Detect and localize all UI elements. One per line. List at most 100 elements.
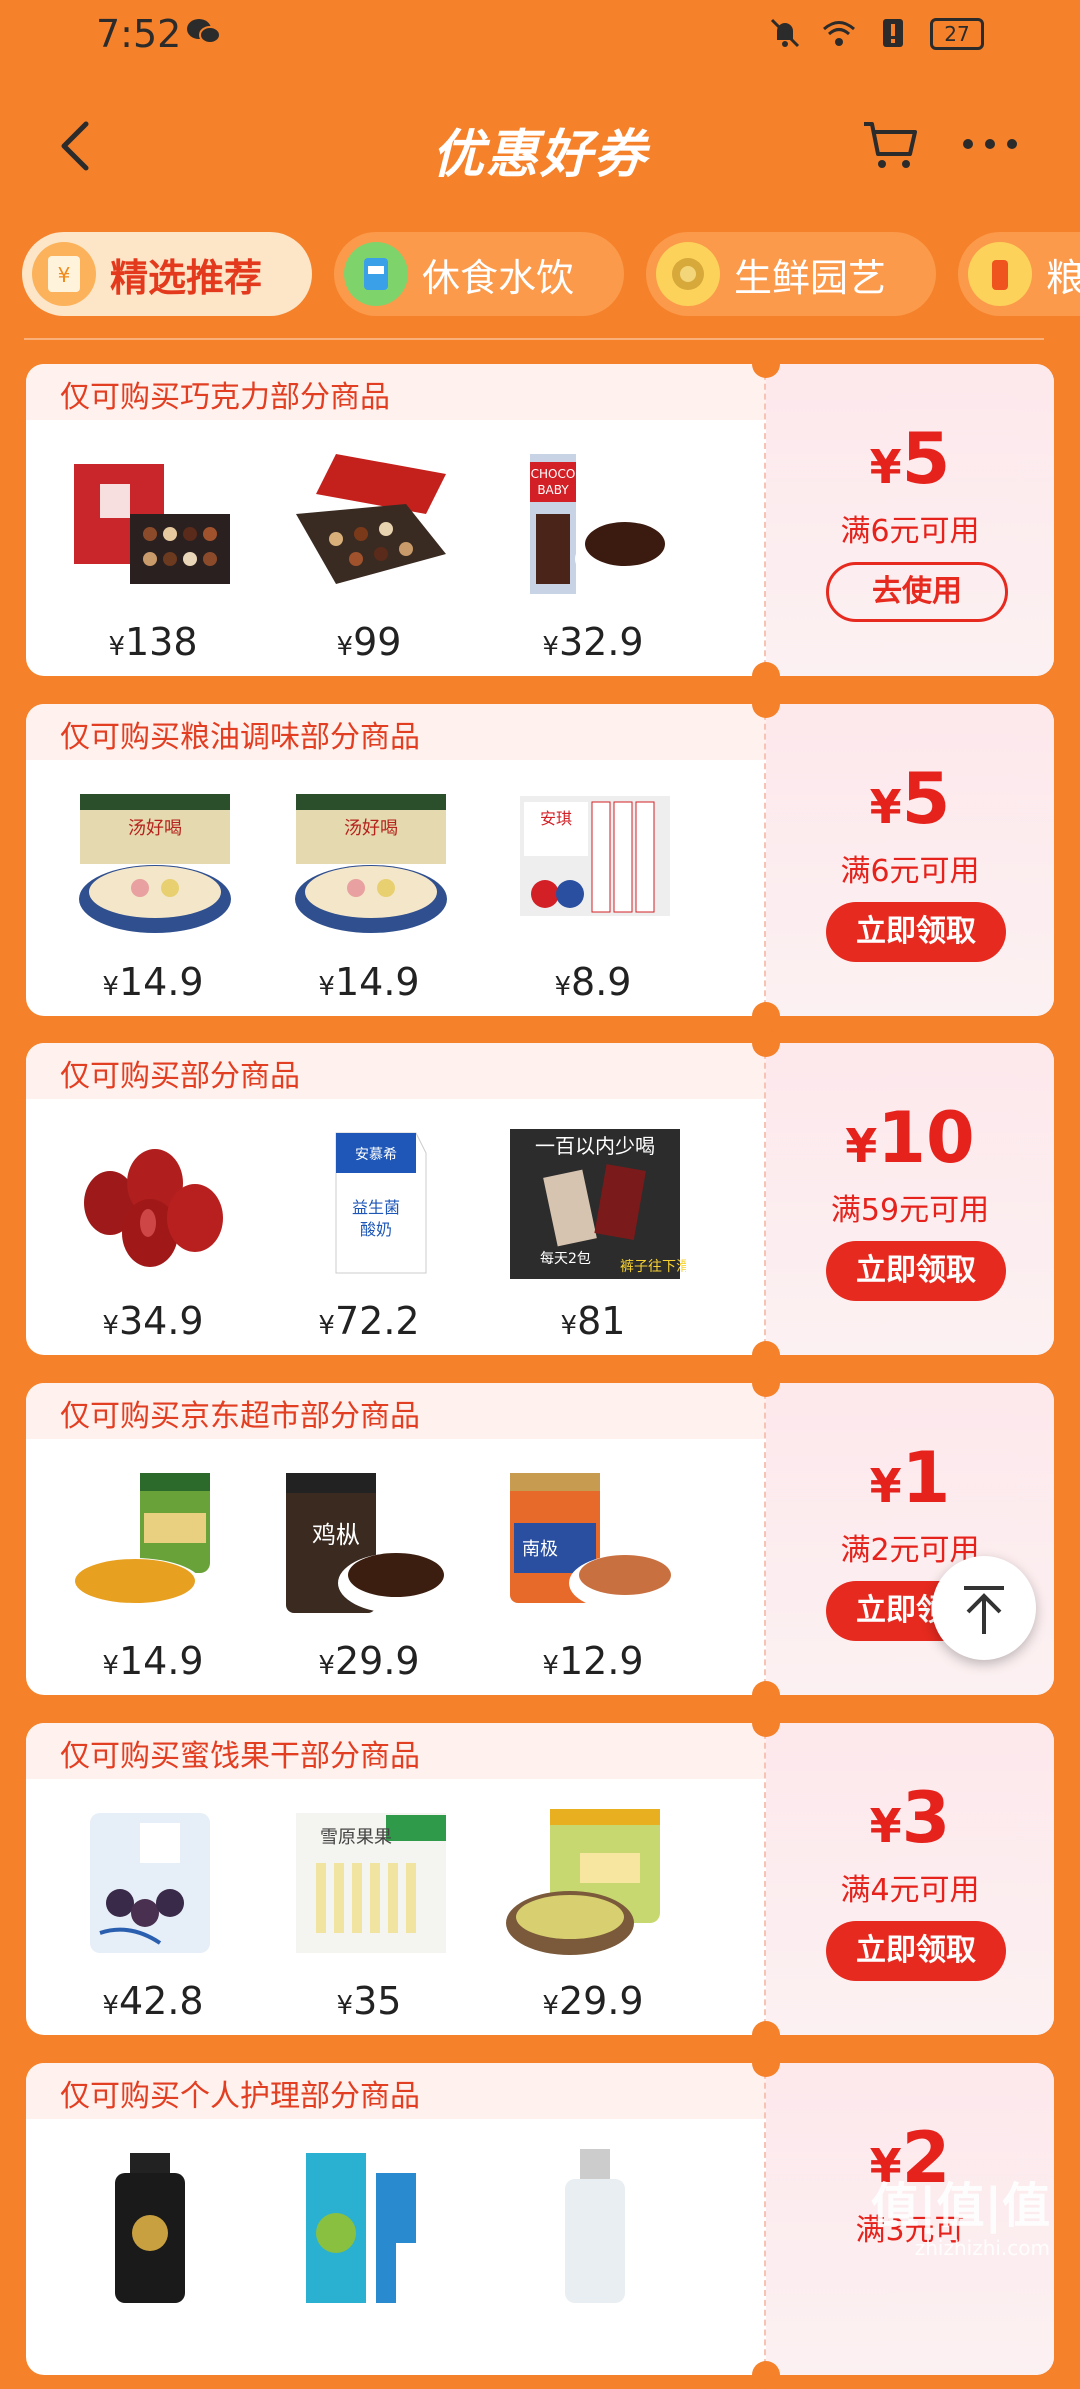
currency-symbol: ¥ — [108, 632, 125, 662]
coupon-value-panel: ¥5 满6元可用 去使用 — [764, 364, 1054, 676]
coupon-scope-header: 仅可购买巧克力部分商品 — [26, 364, 766, 420]
svg-text:一百以内少喝: 一百以内少喝 — [535, 1134, 655, 1158]
currency-symbol: ¥ — [869, 780, 902, 834]
product-price: ¥14.9 — [60, 1639, 246, 1683]
tab-featured[interactable]: ¥ 精选推荐 — [22, 232, 312, 316]
chocolate-box-red-icon — [296, 454, 446, 584]
product-image[interactable] — [60, 2143, 246, 2303]
product-image[interactable] — [500, 1803, 686, 1963]
price-value: 14.9 — [334, 960, 420, 1004]
product-image[interactable]: 鸡枞 — [276, 1463, 462, 1623]
coupon-condition: 满6元可用 — [840, 854, 980, 889]
currency-symbol: ¥ — [102, 1311, 119, 1341]
coupon-condition: 满59元可用 — [830, 1193, 990, 1228]
product-image[interactable] — [60, 444, 246, 604]
coupon-scope-header: 仅可购买京东超市部分商品 — [26, 1383, 766, 1439]
currency-symbol: ¥ — [554, 972, 572, 1002]
status-bar: 7:52 27 — [0, 0, 1080, 80]
price-value: 81 — [577, 1299, 626, 1343]
wifi-icon — [823, 21, 855, 46]
sim-alert-icon — [883, 19, 903, 47]
coupon-icon: ¥ — [32, 242, 96, 306]
currency-symbol: ¥ — [318, 1311, 335, 1341]
ticket-notch — [752, 1029, 780, 1057]
ticket-notch — [752, 350, 780, 378]
product-image[interactable]: CHOCO BABY — [500, 444, 686, 604]
product-price: ¥12.9 — [500, 1639, 686, 1683]
product-image[interactable]: 安慕希 益生菌 酸奶 — [276, 1123, 462, 1283]
back-to-top-button[interactable] — [932, 1556, 1036, 1660]
price-value: 99 — [353, 620, 402, 664]
watermark: 值|值|值 zhizhizhi.com — [871, 2166, 1050, 2260]
svg-text:雪原果果: 雪原果果 — [320, 1827, 392, 1848]
coupon-value-panel: ¥3 满4元可用 立即领取 — [764, 1723, 1054, 2035]
product-image[interactable] — [500, 2143, 686, 2303]
currency-symbol: ¥ — [869, 440, 902, 494]
product-image[interactable]: 汤好喝 — [60, 784, 246, 944]
coupon-value-panel: ¥5 满6元可用立即领取 — [764, 704, 1054, 1016]
red-dates-icon — [84, 1149, 223, 1267]
claim-coupon-button[interactable]: 立即领取 — [826, 1241, 1006, 1301]
tab-label: 精选推荐 — [110, 255, 263, 300]
product-price: ¥14.9 — [60, 960, 246, 1004]
dried-fruit-bag-icon — [90, 1813, 210, 1953]
claim-coupon-button[interactable]: 立即领取 — [826, 1921, 1006, 1981]
coupon-card: 仅可购买京东超市部分商品 ¥14.9 鸡枞 ¥29.9 南极 ¥12.9 ¥1 满2元可用 立即… — [26, 1383, 1054, 1695]
tab-label: 休食水饮 — [422, 255, 575, 300]
coupon-scope-header: 仅可购买蜜饯果干部分商品 — [26, 1723, 766, 1779]
ticket-notch — [752, 690, 780, 718]
product-image[interactable] — [276, 2143, 462, 2303]
product-image[interactable] — [276, 444, 462, 604]
product-image[interactable] — [60, 1123, 246, 1283]
currency-symbol: ¥ — [336, 632, 354, 662]
product-price: ¥14.9 — [276, 960, 462, 1004]
ticket-notch — [752, 2361, 780, 2389]
product-image[interactable]: 安琪 — [500, 784, 686, 944]
use-coupon-button[interactable]: 去使用 — [826, 562, 1008, 622]
tab-fresh-garden[interactable]: 生鲜园艺 — [646, 232, 936, 316]
tab-snacks-drinks[interactable]: 休食水饮 — [334, 232, 624, 316]
coupon-scope-text: 仅可购买京东超市部分商品 — [60, 1399, 420, 1434]
coupon-condition: 满4元可用 — [840, 1873, 980, 1908]
product-image[interactable]: 汤好喝 — [276, 784, 462, 944]
svg-text:每天2包: 每天2包 — [540, 1251, 591, 1267]
tab-grain-oil[interactable]: 粮 — [958, 232, 1080, 316]
currency-symbol: ¥ — [318, 1651, 335, 1681]
watermark-sub: zhizhizhi.com — [914, 2236, 1050, 2260]
product-image[interactable] — [60, 1463, 246, 1623]
more-options-icon[interactable] — [958, 116, 1022, 172]
ticket-notch — [752, 2021, 780, 2049]
product-price: ¥42.8 — [60, 1979, 246, 2023]
price-value: 72.2 — [334, 1299, 420, 1343]
tab-label: 粮 — [1046, 255, 1080, 300]
svg-text:鸡枞: 鸡枞 — [312, 1521, 360, 1549]
wechat-icon — [187, 19, 220, 44]
product-price: ¥29.9 — [500, 1979, 686, 2023]
battery-indicator: 27 — [930, 18, 984, 50]
currency-symbol: ¥ — [336, 1991, 354, 2021]
toothpaste-icon — [306, 2153, 416, 2303]
currency-symbol: ¥ — [318, 972, 335, 1002]
shrimp-sauce-jar-icon: 南极 — [510, 1473, 681, 1611]
coupon-condition: 满6元可用 — [840, 514, 980, 549]
product-image[interactable]: 一百以内少喝 每天2包 裤子往下滑 — [500, 1123, 690, 1283]
product-image[interactable]: 南极 — [500, 1463, 686, 1623]
svg-text:酸奶: 酸奶 — [360, 1220, 392, 1239]
cart-icon[interactable] — [860, 116, 920, 172]
coupon-amount-value: 5 — [901, 758, 951, 840]
currency-symbol: ¥ — [102, 1651, 119, 1681]
price-value: 29.9 — [558, 1979, 644, 2023]
coupon-scope-text: 仅可购买巧克力部分商品 — [60, 380, 390, 415]
svg-text:CHOCO: CHOCO — [531, 467, 576, 481]
svg-text:安琪: 安琪 — [540, 809, 572, 828]
product-image[interactable]: 雪原果果 — [276, 1803, 462, 1963]
mute-bell-icon — [770, 18, 800, 48]
status-time: 7:52 — [96, 12, 182, 56]
coupon-amount-value: 3 — [901, 1777, 951, 1859]
price-value: 32.9 — [558, 620, 644, 664]
claim-coupon-button[interactable]: 立即领取 — [826, 902, 1006, 962]
coupon-card: 仅可购买巧克力部分商品 ¥138 ¥99 CHOCO BABY ¥32.9 ¥5 满6元可用去… — [26, 364, 1054, 676]
product-image[interactable] — [60, 1803, 246, 1963]
currency-symbol: ¥ — [869, 1459, 902, 1513]
tabs-divider — [24, 338, 1044, 340]
